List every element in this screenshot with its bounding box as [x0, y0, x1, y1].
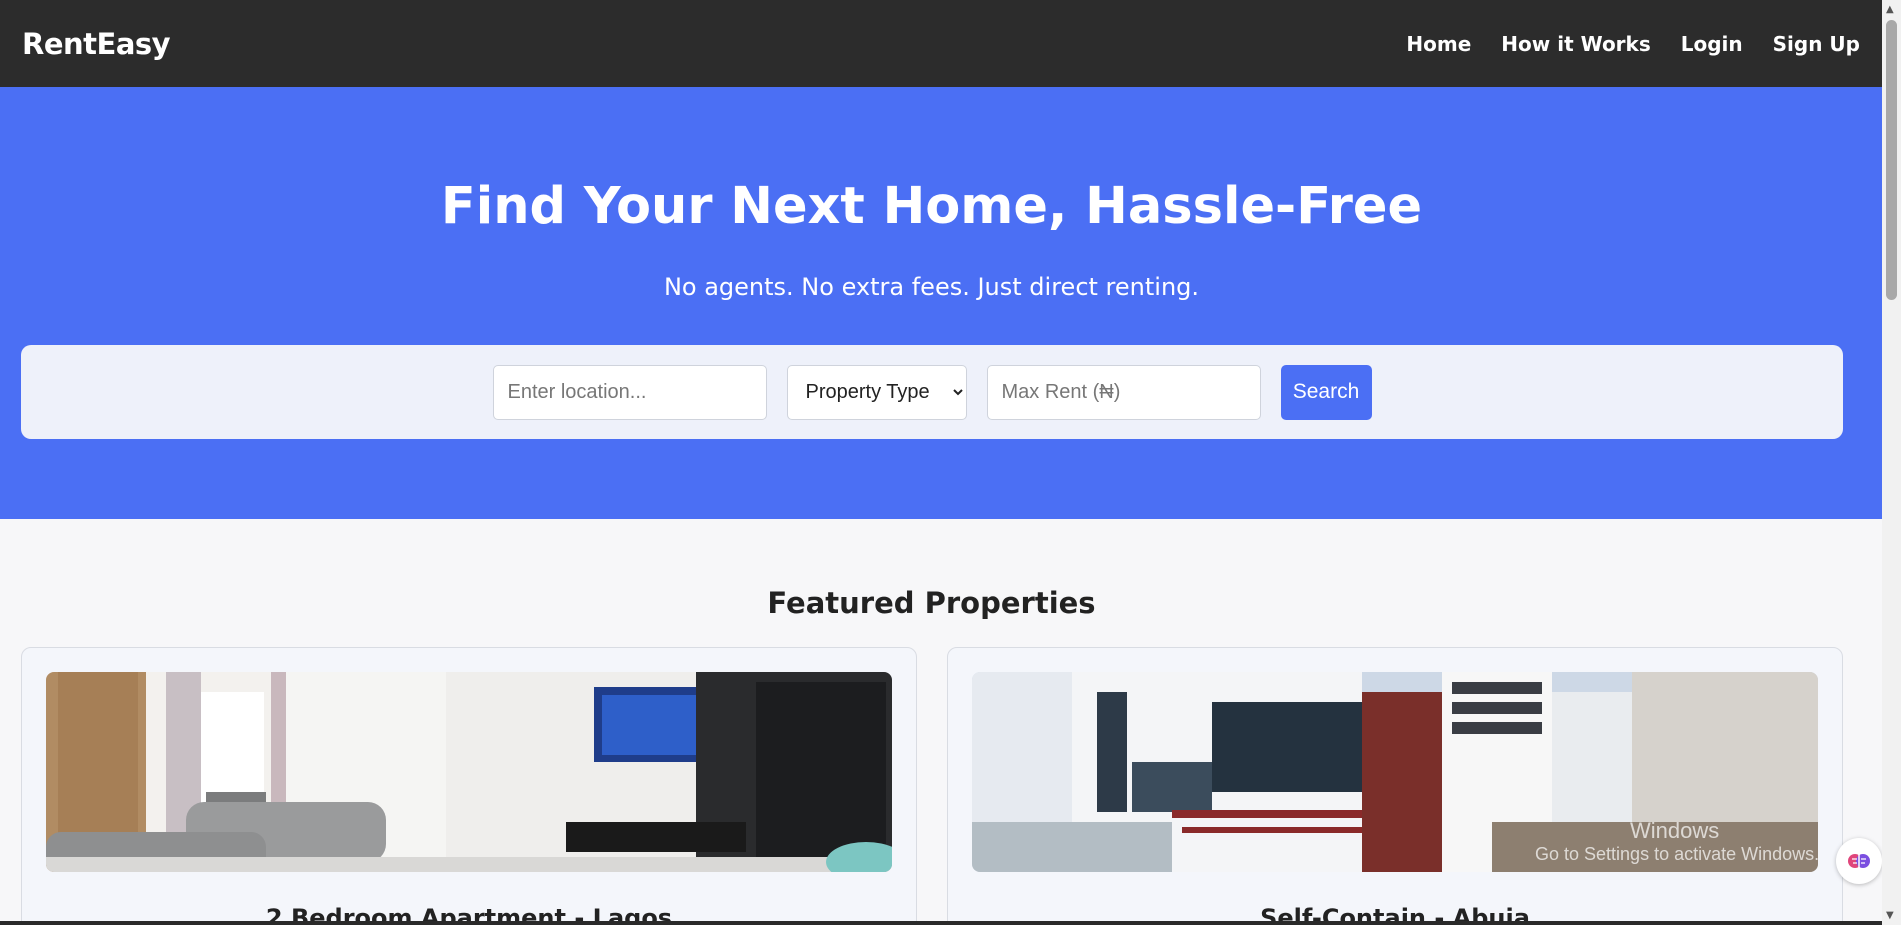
- search-button[interactable]: Search: [1280, 364, 1372, 420]
- property-image-living-room[interactable]: [46, 672, 892, 872]
- taskbar-strip: [0, 921, 1882, 925]
- nav-home-link[interactable]: Home: [1406, 32, 1471, 56]
- nav-how-it-works-link[interactable]: How it Works: [1501, 32, 1650, 56]
- scroll-thumb[interactable]: [1886, 20, 1897, 300]
- property-type-select[interactable]: Property Type: [786, 364, 967, 420]
- nav-signup-link[interactable]: Sign Up: [1773, 32, 1860, 56]
- brand-logo[interactable]: RentEasy: [22, 27, 171, 61]
- watermark-line-1: Windows: [1630, 818, 1720, 843]
- scroll-down-arrow-icon[interactable]: ▼: [1886, 910, 1894, 921]
- search-bar: Property Type Search: [21, 345, 1843, 439]
- navbar: RentEasy Home How it Works Login Sign Up: [0, 0, 1882, 87]
- scroll-up-arrow-icon[interactable]: ▲: [1886, 4, 1894, 15]
- property-card[interactable]: 2 Bedroom Apartment - Lagos: [21, 647, 917, 925]
- location-input[interactable]: [492, 364, 767, 420]
- nav-links: Home How it Works Login Sign Up: [1406, 32, 1860, 56]
- page-scrollbar[interactable]: ▲ ▼: [1882, 0, 1901, 925]
- max-rent-input[interactable]: [986, 364, 1261, 420]
- nav-login-link[interactable]: Login: [1681, 32, 1743, 56]
- watermark-line-2: Go to Settings to activate Windows.: [1535, 844, 1820, 864]
- featured-title: Featured Properties: [767, 586, 1096, 620]
- living-room-illustration: [46, 672, 892, 872]
- extension-button[interactable]: [1836, 838, 1882, 884]
- hero-title: Find Your Next Home, Hassle-Free: [440, 177, 1423, 236]
- windows-activation-watermark: Windows Go to Settings to activate Windo…: [1535, 818, 1819, 865]
- hero-subtitle: No agents. No extra fees. Just direct re…: [663, 273, 1200, 301]
- hero-section: Find Your Next Home, Hassle-Free No agen…: [0, 87, 1882, 519]
- property-card[interactable]: Self-Contain - Abuja: [947, 647, 1843, 925]
- brain-icon: [1848, 854, 1870, 868]
